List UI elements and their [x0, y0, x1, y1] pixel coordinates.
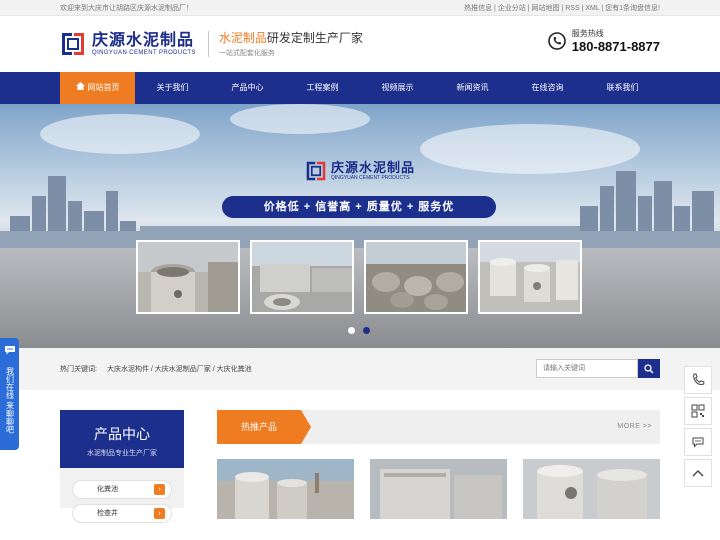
product-center-title: 产品中心	[94, 426, 150, 442]
more-link[interactable]: MORE >>	[617, 410, 652, 444]
nav-products[interactable]: 产品中心	[210, 72, 285, 104]
top-links[interactable]: 热推信息 | 企业分站 | 网站地图 | RSS | XML | 您有1条询盘信…	[464, 3, 660, 13]
online-chat-label: 我们在线 来聊聊吧	[5, 367, 15, 434]
slogan-sub: 一站式配套化服务	[218, 49, 275, 57]
cloud	[230, 104, 370, 134]
keywords-label: 热门关键词:	[60, 366, 97, 373]
float-phone-button[interactable]	[684, 366, 712, 394]
chevron-right-icon: ›	[154, 484, 165, 495]
banner-logo-name: 庆源水泥制品	[331, 160, 416, 175]
sidebar-item-septic-tank[interactable]: 化粪池 ›	[72, 480, 172, 499]
sidebar-item-label: 检查井	[97, 510, 118, 517]
product-center-header: 产品中心 水泥制品专业生产厂家	[60, 410, 184, 468]
nav-home-label: 网站首页	[87, 83, 120, 92]
nav-contact[interactable]: 联系我们	[585, 72, 660, 104]
keyword-bar: 热门关键词: 大庆水泥构件 / 大庆水泥制品厂家 / 大庆化粪池	[0, 348, 720, 390]
welcome-text: 欢迎来到大庆市让胡路区庆源水泥制品厂！	[60, 5, 193, 12]
home-icon	[75, 82, 85, 90]
banner-logo-english: QINGYUAN CEMENT PRODUCTS	[331, 175, 410, 181]
header-divider	[207, 31, 209, 57]
up-arrow-icon	[692, 470, 704, 477]
nav-about[interactable]: 关于我们	[135, 72, 210, 104]
qrcode-icon	[691, 404, 705, 418]
main-content: 产品中心 水泥制品专业生产厂家 化粪池 › 检查井 › 热推产品 MORE >>	[60, 390, 660, 523]
sidebar-item-inspection-well[interactable]: 检查井 ›	[72, 504, 172, 523]
hotline-label: 服务热线	[571, 29, 604, 38]
banner-photo-yard	[364, 240, 468, 314]
logo-english: QINGYUAN CEMENT PRODUCTS	[92, 50, 196, 56]
nav-home[interactable]: 网站首页	[60, 72, 135, 104]
nav-consult[interactable]: 在线咨询	[510, 72, 585, 104]
banner-photo-wells	[478, 240, 582, 314]
search-input[interactable]	[536, 359, 638, 378]
hotline-number: 180-8871-8877	[571, 39, 660, 54]
carousel-dot-active[interactable]	[363, 327, 370, 334]
keyword-links[interactable]: 大庆水泥构件 / 大庆水泥制品厂家 / 大庆化粪池	[107, 364, 252, 374]
float-qrcode-button[interactable]	[684, 397, 712, 425]
product-card[interactable]	[370, 459, 507, 519]
search-box	[536, 359, 660, 378]
product-card[interactable]	[217, 459, 354, 519]
nav-cases[interactable]: 工程案例	[285, 72, 360, 104]
hot-products-tab[interactable]: 热推产品	[217, 410, 311, 444]
banner-logo-icon	[306, 161, 326, 181]
nav-videos[interactable]: 视频展示	[360, 72, 435, 104]
chat-icon	[692, 437, 704, 448]
nav-news[interactable]: 新闻资讯	[435, 72, 510, 104]
logo-name: 庆源水泥制品	[92, 32, 195, 49]
site-header: 庆源水泥制品 QINGYUAN CEMENT PRODUCTS 水泥制品研发定制…	[0, 16, 720, 72]
banner-logo: 庆源水泥制品 QINGYUAN CEMENT PRODUCTS	[305, 160, 415, 182]
online-chat-float[interactable]: 我们在线 来聊聊吧	[0, 338, 19, 450]
float-chat-button[interactable]	[684, 428, 712, 456]
slogan-rest: 研发定制生产厂家	[266, 30, 363, 45]
slogan-accent: 水泥制品	[218, 30, 267, 45]
carousel-dots	[348, 327, 378, 334]
right-float-toolbar	[684, 366, 712, 490]
logo-mark-icon[interactable]	[60, 31, 86, 57]
search-button[interactable]	[638, 359, 660, 378]
banner-photo-pipes	[136, 240, 240, 314]
banner-slogan: 价格低 + 信誉高 + 质量优 + 服务优	[222, 196, 496, 218]
slogan: 水泥制品研发定制生产厂家 一站式配套化服务	[219, 31, 363, 58]
hero-banner[interactable]: 庆源水泥制品 QINGYUAN CEMENT PRODUCTS 价格低 + 信誉…	[0, 104, 720, 348]
phone-icon	[693, 373, 705, 385]
product-card[interactable]	[523, 459, 660, 519]
chat-icon	[4, 346, 15, 355]
logo[interactable]: 庆源水泥制品 QINGYUAN CEMENT PRODUCTS	[92, 32, 196, 56]
hotline: 服务热线 180-8871-8877	[547, 28, 660, 54]
float-back-to-top-button[interactable]	[684, 459, 712, 487]
sidebar-item-label: 化粪池	[97, 486, 118, 493]
banner-photo-tanks	[250, 240, 354, 314]
top-bar: 欢迎来到大庆市让胡路区庆源水泥制品厂！ 热推信息 | 企业分站 | 网站地图 |…	[0, 0, 720, 16]
product-center-subtitle: 水泥制品专业生产厂家	[87, 450, 157, 457]
cloud	[40, 114, 200, 154]
main-nav: 网站首页 关于我们 产品中心 工程案例 视频展示 新闻资讯 在线咨询 联系我们	[0, 72, 720, 104]
phone-icon	[547, 32, 566, 50]
hot-products-bar: 热推产品 MORE >>	[217, 410, 660, 444]
chevron-right-icon: ›	[154, 508, 165, 519]
search-icon	[644, 363, 654, 373]
carousel-dot[interactable]	[348, 327, 355, 334]
